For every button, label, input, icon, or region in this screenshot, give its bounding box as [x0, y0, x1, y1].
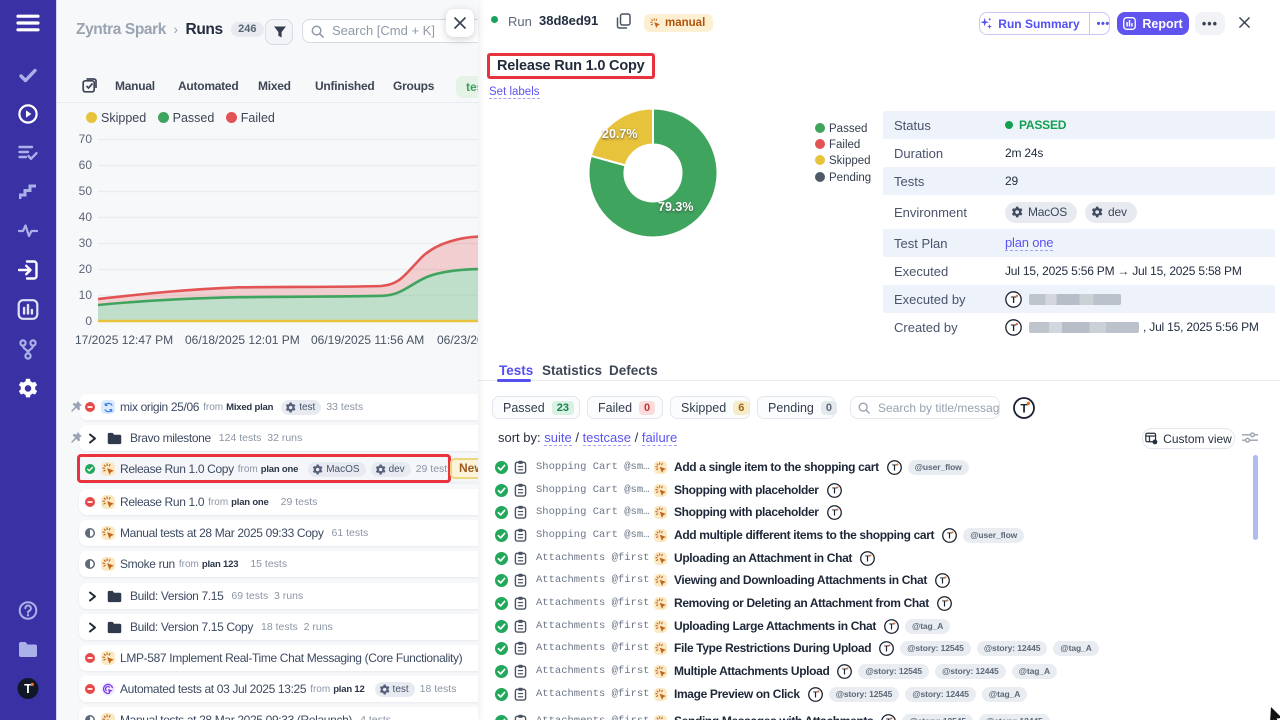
svg-text:T: T [940, 576, 945, 585]
svg-text:T: T [947, 531, 952, 540]
svg-text:T: T [813, 690, 818, 699]
svg-text:T: T [942, 599, 947, 608]
svg-text:T: T [884, 644, 889, 653]
svg-text:T: T [865, 554, 870, 563]
svg-text:T: T [842, 667, 847, 676]
svg-text:T: T [832, 486, 837, 495]
svg-text:T: T [892, 463, 897, 472]
svg-text:T: T [889, 622, 894, 631]
svg-text:T: T [832, 508, 837, 517]
